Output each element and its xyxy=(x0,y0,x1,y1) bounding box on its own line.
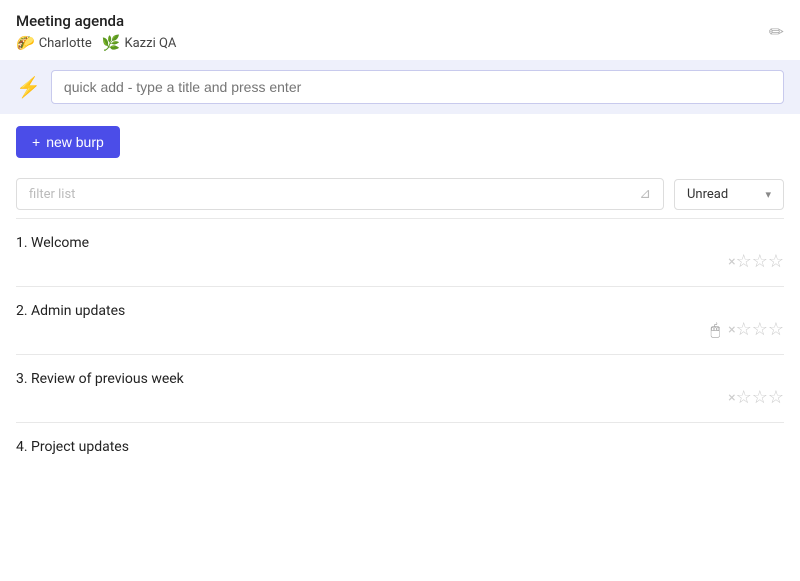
list-item: 4. Project updates xyxy=(0,423,800,455)
item-1-title: 1. Welcome xyxy=(16,235,89,251)
quick-add-input[interactable] xyxy=(51,70,784,104)
edit-icon[interactable]: ✏ xyxy=(769,22,784,43)
new-burp-button[interactable]: + new burp xyxy=(16,126,120,158)
filter-placeholder: filter list xyxy=(29,187,75,202)
avatar-charlotte: 🌮 Charlotte xyxy=(16,34,92,52)
unread-dropdown[interactable]: Unread ▾ xyxy=(674,179,784,210)
avatar-name-kazzi: Kazzi QA xyxy=(124,36,176,51)
item-2-header: 2. Admin updates xyxy=(16,303,784,319)
avatars-row: 🌮 Charlotte 🌿 Kazzi QA xyxy=(16,34,176,52)
new-burp-area: + new burp xyxy=(0,114,800,170)
item-4-header: 4. Project updates xyxy=(16,439,784,455)
item-2-actions: 🖱 × ☆ ☆ ☆ xyxy=(16,319,784,354)
filter-input-wrap[interactable]: filter list ⊿ xyxy=(16,178,664,210)
avatar-emoji-charlotte: 🌮 xyxy=(16,34,35,52)
item-4-title: 4. Project updates xyxy=(16,439,129,455)
item-3-header: 3. Review of previous week xyxy=(16,371,784,387)
star-icon-3b[interactable]: ☆ xyxy=(752,387,768,408)
filter-bar: filter list ⊿ Unread ▾ xyxy=(0,170,800,218)
star-icon-2a[interactable]: ☆ xyxy=(736,319,752,340)
lightning-icon: ⚡ xyxy=(16,75,41,99)
close-icon[interactable]: × xyxy=(728,322,735,338)
list-item: 1. Welcome × ☆ ☆ ☆ xyxy=(0,219,800,286)
star-icon-1a[interactable]: ☆ xyxy=(736,251,752,272)
unread-selected: Unread xyxy=(687,187,728,202)
list-item: 3. Review of previous week × ☆ ☆ ☆ xyxy=(0,355,800,422)
chevron-down-icon: ▾ xyxy=(765,188,771,201)
star-icon-3a[interactable]: ☆ xyxy=(736,387,752,408)
avatar-emoji-kazzi: 🌿 xyxy=(102,34,121,52)
star-icon-1b[interactable]: ☆ xyxy=(752,251,768,272)
list-item: 2. Admin updates 🖱 × ☆ ☆ ☆ xyxy=(0,287,800,354)
close-icon[interactable]: × xyxy=(728,390,735,406)
quick-add-bar: ⚡ xyxy=(0,60,800,114)
plus-icon: + xyxy=(32,134,40,150)
item-3-title: 3. Review of previous week xyxy=(16,371,184,387)
header: Meeting agenda 🌮 Charlotte 🌿 Kazzi QA ✏ … xyxy=(0,0,800,218)
star-icon-1c[interactable]: ☆ xyxy=(768,251,784,272)
item-1-actions: × ☆ ☆ ☆ xyxy=(16,251,784,286)
star-icon-2b[interactable]: ☆ xyxy=(752,319,768,340)
close-icon[interactable]: × xyxy=(728,254,735,270)
item-3-actions: × ☆ ☆ ☆ xyxy=(16,387,784,422)
filter-icon: ⊿ xyxy=(639,186,651,202)
avatar-name-charlotte: Charlotte xyxy=(39,36,92,51)
item-2-title: 2. Admin updates xyxy=(16,303,125,319)
header-left: Meeting agenda 🌮 Charlotte 🌿 Kazzi QA xyxy=(16,12,176,52)
avatar-kazzi: 🌿 Kazzi QA xyxy=(102,34,177,52)
cursor-icon: 🖱 xyxy=(710,320,720,340)
star-icon-3c[interactable]: ☆ xyxy=(768,387,784,408)
page-title: Meeting agenda xyxy=(16,12,176,30)
item-1-header: 1. Welcome xyxy=(16,235,784,251)
star-icon-2c[interactable]: ☆ xyxy=(768,319,784,340)
new-burp-label: new burp xyxy=(46,134,104,150)
